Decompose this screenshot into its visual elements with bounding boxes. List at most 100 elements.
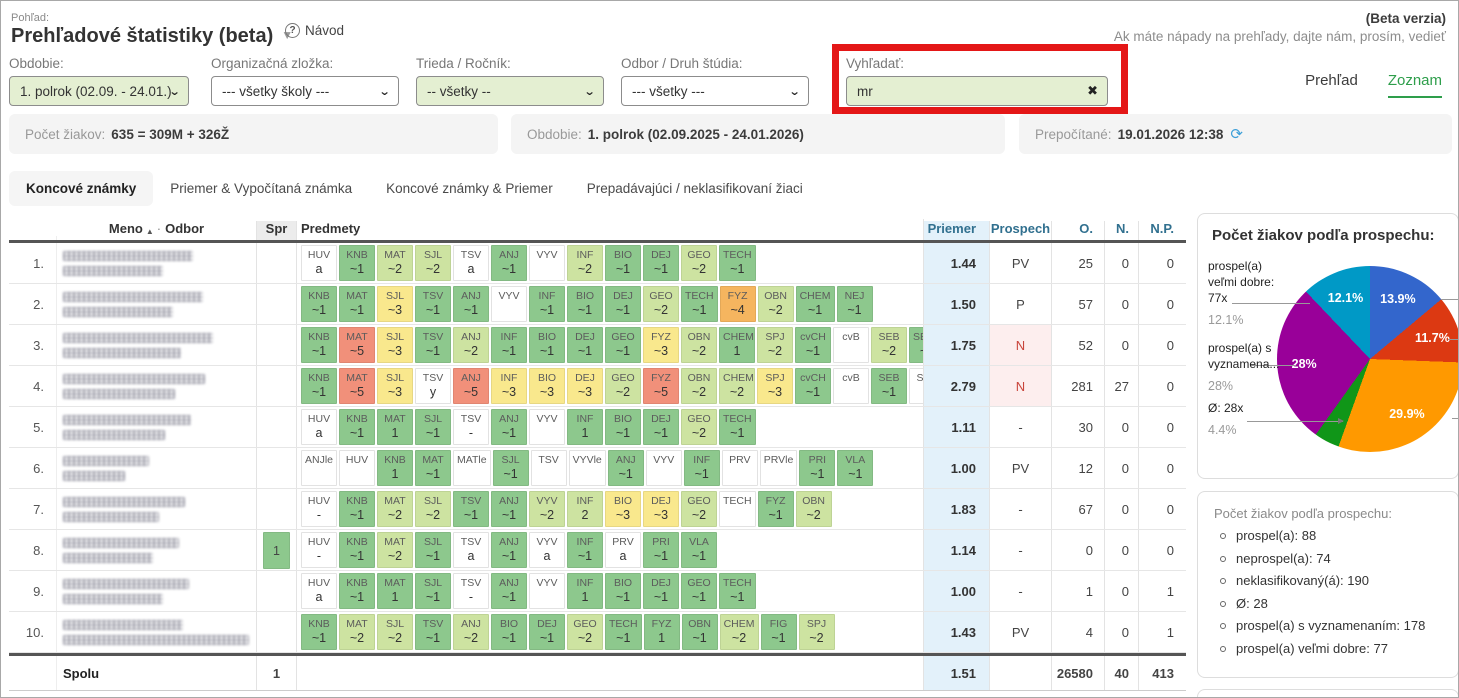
redacted-text	[63, 292, 203, 302]
total-o: 26580	[1052, 656, 1105, 690]
tab-3[interactable]: Koncové známky & Priemer	[369, 171, 570, 206]
subject-grade-chip: DEJ~1	[643, 245, 679, 281]
redacted-text	[63, 553, 153, 563]
o-count-cell: 1	[1052, 571, 1105, 611]
search-value: mr	[857, 84, 873, 99]
subjects-cell: KNB~1MAT~1SJL~3TSV~1ANJ~1VYV INF~1BIO~1D…	[297, 284, 924, 324]
beta-feedback-text: Ak máte nápady na prehľady, dajte nám, p…	[1114, 29, 1446, 44]
chevron-down-icon: ⌄	[583, 85, 595, 98]
prospech-cell: -	[990, 489, 1052, 529]
info-card-pocet-ziakov: Počet žiakov: 635 = 309M + 326Ž	[9, 114, 498, 154]
tab-4[interactable]: Prepadávajúci / neklasifikovaní žiaci	[570, 171, 820, 206]
info-card-prepocitane: Prepočítané: 19.01.2026 12:38 ⟳	[1019, 114, 1452, 154]
subjects-cell: HUVaKNB~1MAT~2SJL~2TSVaANJ~1VYV INF~2BIO…	[297, 243, 924, 283]
table-row[interactable]: 9.HUVaKNB~1MAT1SJL~1TSV-ANJ~1VYV INF1BIO…	[9, 571, 1186, 612]
column-header-np[interactable]: N.P.	[1139, 221, 1186, 240]
page-title[interactable]: Prehľadové štatistiky (beta)▼	[11, 25, 293, 48]
subject-grade-chip: TSV-	[453, 409, 489, 445]
help-link[interactable]: ? Návod	[285, 23, 344, 38]
subjects-cell: ANJle HUV KNB1MAT~1MATle SJL~1TSV VYVle …	[297, 448, 924, 488]
prospech-cell: PV	[990, 243, 1052, 283]
filter-trieda-rocnik: Trieda / Ročník: -- všetky -- ⌄	[416, 56, 604, 106]
subjects-cell: HUVaKNB~1MAT1SJL~1TSV-ANJ~1VYV INF1BIO~1…	[297, 571, 924, 611]
table-row[interactable]: 7.HUV-KNB~1MAT~2SJL~2TSV~1ANJ~1VYV~2INF2…	[9, 489, 1186, 530]
info-value: 635 = 309M + 326Ž	[111, 127, 229, 142]
subject-grade-chip: ANJle	[301, 450, 337, 486]
total-n: 40	[1105, 656, 1139, 690]
row-number: 8.	[9, 530, 57, 570]
np-count-cell: 1	[1139, 612, 1186, 652]
tab-2[interactable]: Priemer & Vypočítaná známka	[153, 171, 369, 206]
table-row[interactable]: 2. KNB~1MAT~1SJL~3TSV~1ANJ~1VYV INF~1BIO~…	[9, 284, 1186, 325]
student-name-redacted	[57, 612, 257, 652]
column-header-meno-odbor[interactable]: Meno▲·Odbor	[57, 221, 257, 240]
report-tabs: Koncové známkyPriemer & Vypočítaná známk…	[9, 170, 820, 207]
n-count-cell: 0	[1105, 284, 1139, 324]
subject-grade-chip: TSVy	[415, 368, 451, 404]
average-cell: 2.79	[924, 366, 990, 406]
question-circle-icon: ?	[285, 23, 300, 38]
subject-grade-chip: GEO~2	[605, 368, 641, 404]
subject-grade-chip: CHEM~2	[719, 368, 755, 404]
average-cell: 1.00	[924, 448, 990, 488]
subject-grade-chip: OBN~1	[682, 614, 718, 650]
search-input[interactable]: mr ✖	[846, 76, 1108, 106]
app-root: Pohľad: Prehľadové štatistiky (beta)▼ ? …	[0, 0, 1459, 698]
view-tab-prehlad[interactable]: Prehľad	[1305, 72, 1358, 98]
table-row[interactable]: 6.ANJle HUV KNB1MAT~1MATle SJL~1TSV VYVl…	[9, 448, 1186, 489]
table-row[interactable]: 3.KNB~1MAT~5SJL~3TSV~1ANJ~2INF~1BIO~1DEJ…	[9, 325, 1186, 366]
average-cell: 1.50	[924, 284, 990, 324]
average-cell: 1.43	[924, 612, 990, 652]
redacted-text	[63, 415, 191, 425]
subject-grade-chip: SJL~1	[493, 450, 529, 486]
subject-grade-chip: VYV	[529, 409, 565, 445]
subjects-cell: HUV-KNB~1MAT~2SJL~2TSV~1ANJ~1VYV~2INF2BI…	[297, 489, 924, 529]
subject-grade-chip: TECH	[719, 491, 756, 527]
filter-obdobie: Obdobie: 1. polrok (02.09. - 24.01.) ⌄	[9, 56, 189, 106]
subject-grade-chip: VYV~2	[529, 491, 565, 527]
subject-grade-chip: INF~2	[567, 245, 603, 281]
odbor-druh-studia-select[interactable]: --- všetky --- ⌄	[621, 76, 809, 106]
subject-grade-chip: HUVa	[301, 245, 337, 281]
table-row[interactable]: 10.KNB~1MAT~2SJL~2TSV~1ANJ~2BIO~1DEJ~1GE…	[9, 612, 1186, 653]
pie-slice-percent: 11.7%	[1415, 331, 1450, 345]
table-row[interactable]: 4.KNB~1MAT~5SJL~3TSVyANJ~5INF~3BIO~3DEJ~…	[9, 366, 1186, 407]
tab-1[interactable]: Koncové známky	[9, 171, 153, 206]
subject-grade-chip: INF~1	[529, 286, 565, 322]
refresh-icon[interactable]: ⟳	[1230, 125, 1243, 143]
student-name-redacted	[57, 489, 257, 529]
view-tab-zoznam[interactable]: Zoznam	[1388, 72, 1442, 98]
table-row[interactable]: 8.1HUV-KNB~1MAT~2SJL~1TSVaANJ~1VYVaINF~1…	[9, 530, 1186, 571]
subject-grade-chip: INF~1	[567, 532, 603, 568]
student-name-redacted	[57, 571, 257, 611]
np-count-cell: 0	[1139, 448, 1186, 488]
subjects-cell: KNB~1MAT~5SJL~3TSVyANJ~5INF~3BIO~3DEJ~3G…	[297, 366, 924, 406]
o-count-cell: 0	[1052, 530, 1105, 570]
column-header-n[interactable]: N.	[1105, 221, 1139, 240]
column-header-predmety: Predmety	[297, 219, 924, 240]
leader-line	[1441, 299, 1459, 300]
subject-grade-chip: TECH~1	[605, 614, 642, 650]
average-cell: 1.11	[924, 407, 990, 447]
subject-grade-chip: BIO~1	[605, 245, 641, 281]
subject-grade-chip: MAT~1	[415, 450, 451, 486]
clear-search-icon[interactable]: ✖	[1087, 83, 1098, 99]
obdobie-select[interactable]: 1. polrok (02.09. - 24.01.) ⌄	[9, 76, 189, 106]
subject-grade-chip: TSV-	[453, 573, 489, 609]
organizacna-zlozka-select[interactable]: --- všetky školy --- ⌄	[211, 76, 399, 106]
column-header-o[interactable]: O.	[1052, 221, 1105, 240]
column-header-spr[interactable]: Spr	[257, 221, 297, 240]
subject-grade-chip: MAT~2	[377, 532, 413, 568]
redacted-text	[63, 307, 173, 317]
subject-grade-chip: PRV	[722, 450, 758, 486]
trieda-rocnik-select[interactable]: -- všetky -- ⌄	[416, 76, 604, 106]
pie-slice-percent: 12.1%	[1328, 291, 1363, 305]
filter-odbor-druh-studia: Odbor / Druh štúdia: --- všetky --- ⌄	[621, 56, 809, 106]
np-count-cell: 0	[1139, 284, 1186, 324]
table-row[interactable]: 5.HUVaKNB~1MAT1SJL~1TSV-ANJ~1VYV INF1BIO…	[9, 407, 1186, 448]
subject-grade-chip: SPJ~2	[799, 614, 835, 650]
column-header-priemer[interactable]: Priemer	[924, 221, 990, 240]
column-header-prospech[interactable]: Prospech	[990, 221, 1052, 240]
row-number: 2.	[9, 284, 57, 324]
table-row[interactable]: 1.HUVaKNB~1MAT~2SJL~2TSVaANJ~1VYV INF~2B…	[9, 243, 1186, 284]
